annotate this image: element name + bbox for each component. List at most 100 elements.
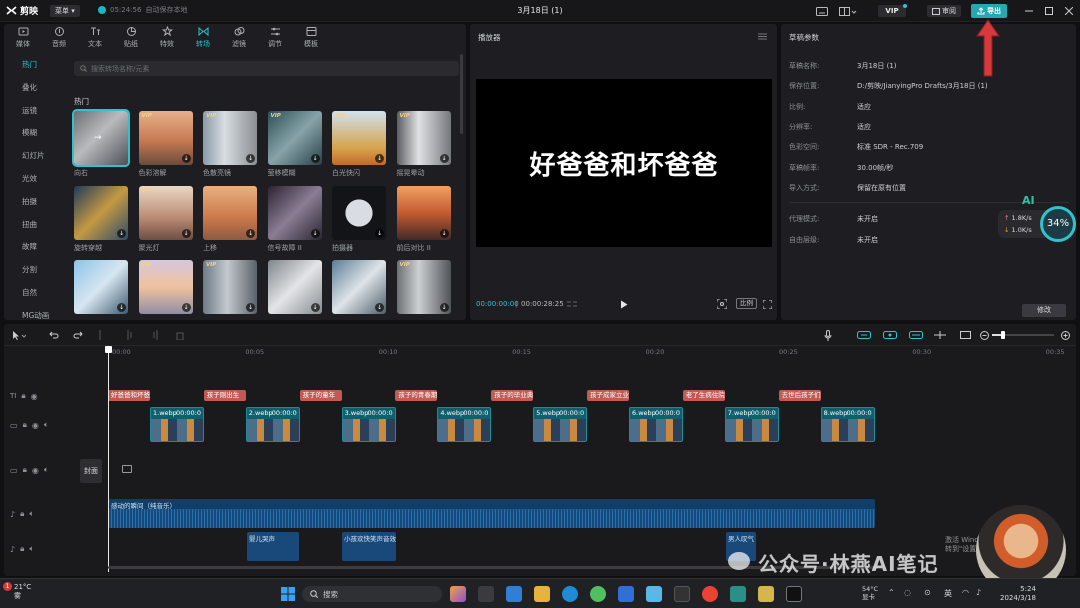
store-app-icon[interactable]: [674, 586, 690, 602]
preview-axis-icon[interactable]: [932, 329, 948, 341]
tray-app-icon[interactable]: ◌: [904, 588, 911, 597]
minimize-button[interactable]: [1022, 4, 1036, 18]
split-left-icon[interactable]: [124, 329, 136, 341]
transition-thumbnail[interactable]: ↓: [203, 185, 257, 240]
export-button[interactable]: 导出: [971, 4, 1007, 18]
video-clip[interactable]: 4.webp 00:00:0: [437, 407, 492, 442]
download-icon[interactable]: ↓: [439, 228, 449, 238]
transition-item[interactable]: VIP ↓ 萤移模糊: [267, 111, 322, 178]
text-clip[interactable]: 好爸爸和坏爸: [108, 390, 150, 401]
fullscreen-button[interactable]: [761, 298, 773, 310]
download-icon[interactable]: ↓: [375, 303, 384, 312]
download-icon[interactable]: ↓: [375, 228, 384, 238]
text-clip[interactable]: 孩子的毕业典: [491, 390, 534, 401]
transition-thumbnail[interactable]: VIP ↓: [138, 111, 193, 165]
search-input[interactable]: 搜索转场名称/元素: [74, 61, 459, 76]
video-clip[interactable]: 3.webp 00:00:0: [341, 407, 396, 442]
zoom-in-icon[interactable]: [1059, 329, 1071, 341]
tab-adjust[interactable]: 调节: [260, 26, 290, 50]
volume-icon[interactable]: 🔈︎: [29, 509, 34, 519]
playhead[interactable]: [105, 346, 112, 572]
taskbar-search[interactable]: 搜索: [302, 586, 442, 602]
category-item[interactable]: 叠化: [4, 77, 60, 100]
preview-screen[interactable]: 好爸爸和坏爸爸: [476, 79, 772, 247]
transition-item[interactable]: → 向右: [72, 109, 130, 178]
category-item[interactable]: 幻灯片: [4, 145, 60, 168]
vip-button[interactable]: VIP: [878, 5, 906, 17]
edge-browser-icon[interactable]: [562, 586, 578, 602]
terminal-app-icon[interactable]: [730, 586, 746, 602]
category-item[interactable]: 拍摄: [4, 191, 60, 214]
transition-thumbnail[interactable]: VIP ↓: [138, 185, 193, 240]
download-icon[interactable]: ↓: [310, 154, 320, 163]
download-icon[interactable]: ↓: [439, 154, 449, 163]
lock-icon[interactable]: 🔒︎: [20, 544, 24, 554]
clock[interactable]: 5:24 2024/3/18: [1000, 585, 1036, 603]
text-clip[interactable]: 老了生病住院: [682, 390, 725, 401]
transition-thumbnail[interactable]: ↓: [74, 260, 128, 314]
file-explorer-icon[interactable]: [534, 586, 550, 602]
video-clip[interactable]: 8.webp 00:00:0: [820, 407, 875, 442]
video-clip[interactable]: 6.webp 00:00:0: [629, 407, 683, 442]
transition-thumbnail[interactable]: VIP ↓: [138, 260, 193, 314]
menu-button[interactable]: 菜单 ▾: [50, 5, 80, 17]
volume-icon[interactable]: 🔈︎: [44, 465, 49, 475]
transition-item[interactable]: VIP ↓ 色散亮镜: [203, 111, 257, 178]
weather-widget[interactable]: 21°C 雾: [14, 583, 31, 601]
download-icon[interactable]: ↓: [310, 303, 320, 312]
sound-effect-clip[interactable]: 婴儿哭声: [247, 532, 299, 561]
review-button[interactable]: 审阅: [927, 5, 961, 17]
play-button[interactable]: [618, 298, 630, 310]
lock-icon[interactable]: 🔒︎: [20, 509, 24, 519]
video-clip[interactable]: 7.webp 00:00:0: [724, 407, 779, 442]
wechat-app-icon[interactable]: [590, 586, 606, 602]
mail-app-icon[interactable]: [618, 586, 634, 602]
transition-item[interactable]: VIP ↓ 白光快闪: [332, 111, 386, 178]
volume-icon[interactable]: 🔈︎: [44, 420, 49, 430]
screen-fit-icon[interactable]: [958, 329, 972, 341]
capcut-app-icon[interactable]: [786, 586, 802, 602]
transition-item[interactable]: ↓ 信号故障 II: [267, 185, 322, 253]
tray-app-2-icon[interactable]: ⊙: [924, 588, 931, 597]
download-icon[interactable]: ↓: [439, 303, 449, 312]
zoom-slider-handle[interactable]: [1001, 331, 1005, 339]
text-clip[interactable]: 孩子的童年: [299, 390, 342, 401]
download-icon[interactable]: ↓: [246, 228, 255, 238]
transition-thumbnail[interactable]: VIP ↓: [396, 260, 451, 314]
text-clip[interactable]: 去世后孩子们: [778, 390, 821, 401]
transition-item[interactable]: VIP ↓: [138, 260, 193, 317]
transition-thumbnail[interactable]: VIP ↓: [332, 111, 386, 165]
shortcut-keyboard-icon[interactable]: [815, 5, 829, 17]
transition-thumbnail[interactable]: VIP ↓: [203, 111, 257, 165]
category-item[interactable]: 模糊: [4, 122, 60, 145]
timecode-grid-icon[interactable]: [566, 299, 578, 309]
layout-grid-icon[interactable]: [838, 5, 858, 17]
ime-indicator[interactable]: 英: [944, 588, 952, 599]
transition-thumbnail[interactable]: ↓: [396, 185, 451, 240]
video-clip[interactable]: 2.webp 00:00:0: [245, 407, 300, 442]
sound-effect-clip[interactable]: 小孩欢快笑声音效: [342, 532, 396, 561]
tab-transition[interactable]: 转场: [188, 26, 218, 50]
transition-thumbnail[interactable]: ↓: [332, 260, 386, 314]
category-item[interactable]: 自然: [4, 282, 60, 305]
music-clip[interactable]: 感动的瞬间（纯音乐）: [108, 499, 875, 528]
transition-item[interactable]: VIP ↓ 摇晃晕动: [396, 111, 451, 178]
tab-effects[interactable]: 特效: [152, 26, 182, 50]
auto-snap-icon[interactable]: [882, 329, 898, 341]
modify-button[interactable]: 修改: [1022, 304, 1066, 317]
transition-thumbnail[interactable]: VIP ↓: [396, 111, 451, 165]
transition-item[interactable]: VIP ↓ 色彩溶解: [138, 111, 193, 178]
transition-item[interactable]: ↓: [74, 260, 128, 317]
text-clip[interactable]: 孩子刚出生: [203, 390, 246, 401]
record-audio-icon[interactable]: [822, 328, 834, 342]
transition-item[interactable]: ↓ 拍摄器: [332, 185, 386, 253]
scrollbar[interactable]: [460, 54, 463, 134]
ratio-button[interactable]: 比例: [736, 298, 757, 309]
transition-item[interactable]: ↓: [267, 260, 322, 317]
download-icon[interactable]: ↓: [246, 154, 255, 163]
copilot-app-icon[interactable]: [450, 586, 466, 602]
lock-icon[interactable]: 🔒︎: [23, 465, 27, 475]
video-clip[interactable]: 5.webp 00:00:0: [533, 407, 588, 442]
tab-text[interactable]: 文本: [80, 26, 110, 50]
transition-thumbnail[interactable]: ↓: [267, 260, 322, 314]
